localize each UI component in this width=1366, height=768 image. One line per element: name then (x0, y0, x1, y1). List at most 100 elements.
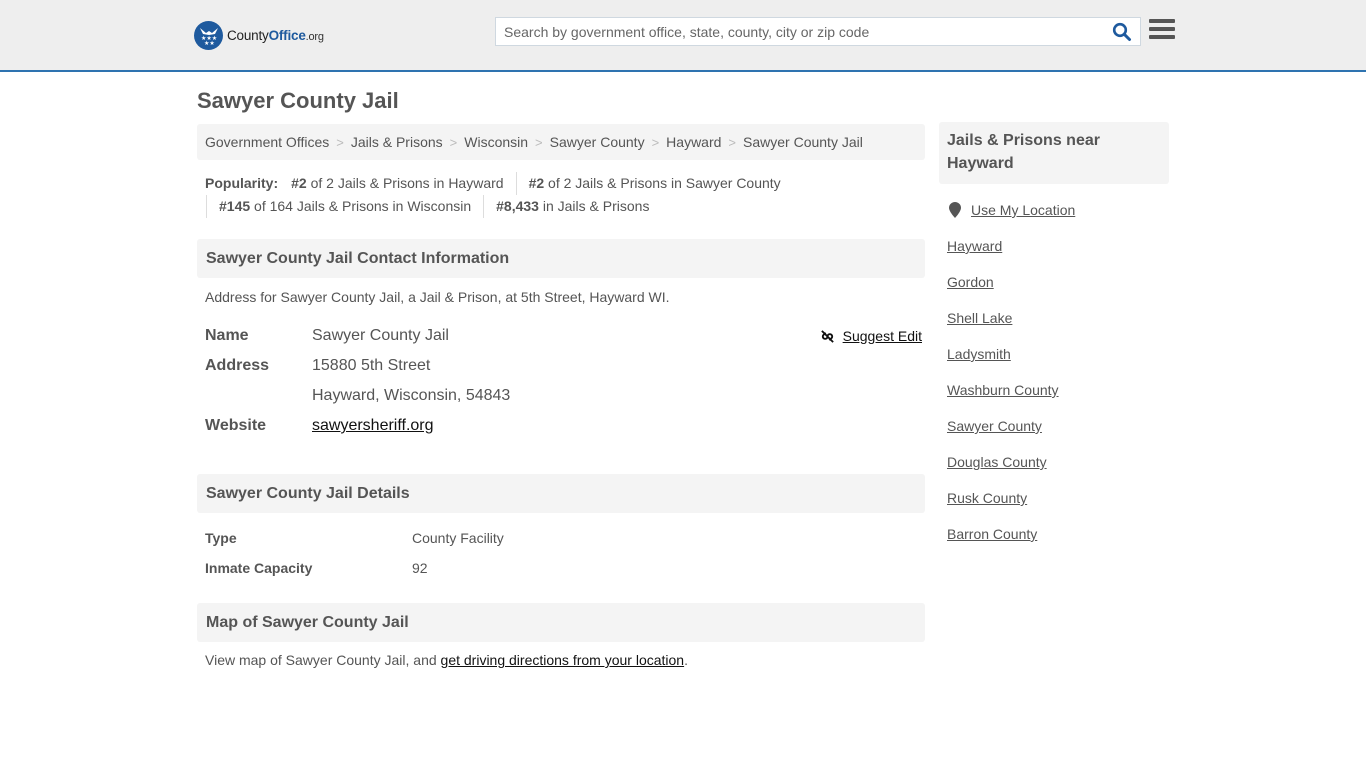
sidebar-link-barron-county[interactable]: Barron County (947, 526, 1037, 542)
contact-row-website: Website sawyersheriff.org (197, 411, 925, 441)
driving-directions-link[interactable]: get driving directions from your locatio… (441, 652, 685, 668)
details-label: Type (205, 530, 237, 546)
sidebar-item: Hayward (947, 228, 1169, 264)
details-row: Inmate Capacity 92 (197, 553, 925, 583)
popularity-item: #145 of 164 Jails & Prisons in Wisconsin (206, 195, 483, 218)
sidebar-link-gordon[interactable]: Gordon (947, 274, 994, 290)
rank-text: of 164 Jails & Prisons in Wisconsin (250, 198, 472, 214)
rank-text: of 2 Jails & Prisons in Sawyer County (544, 175, 781, 191)
logo-county: County (227, 27, 269, 43)
sidebar: Jails & Prisons near Hayward Use My Loca… (939, 122, 1169, 552)
details-value: 92 (412, 560, 428, 576)
details-heading: Sawyer County Jail Details (197, 474, 925, 513)
main-content: Government Offices > Jails & Prisons > W… (197, 124, 925, 668)
sidebar-link-douglas-county[interactable]: Douglas County (947, 454, 1047, 470)
rank: #2 (528, 175, 545, 191)
rank: #145 (219, 198, 251, 214)
address-line2: Hayward, Wisconsin, 54843 (312, 387, 511, 404)
contact-row-address: Address 15880 5th Street (197, 351, 925, 381)
breadcrumb-current: Sawyer County Jail (743, 134, 863, 150)
sidebar-link-shell-lake[interactable]: Shell Lake (947, 310, 1012, 326)
sidebar-item: Gordon (947, 264, 1169, 300)
suggest-edit-label: Suggest Edit (842, 328, 922, 344)
sidebar-link-washburn-county[interactable]: Washburn County (947, 382, 1059, 398)
top-header: ★★★ ★★ CountyOffice.org (0, 0, 1366, 72)
svg-text:★★: ★★ (204, 40, 215, 45)
breadcrumb: Government Offices > Jails & Prisons > W… (197, 124, 925, 160)
sidebar-list: Use My Location Hayward Gordon Shell Lak… (939, 198, 1169, 552)
sidebar-link-sawyer-county[interactable]: Sawyer County (947, 418, 1042, 434)
contact-row-name: Name Sawyer County Jail (197, 321, 925, 351)
popularity: Popularity: #2 of 2 Jails & Prisons in H… (197, 172, 925, 218)
details-row: Type County Facility (197, 523, 925, 553)
breadcrumb-separator-icon: > (651, 134, 660, 150)
website-label: Website (205, 417, 267, 434)
address-label: Address (205, 357, 270, 374)
breadcrumb-separator-icon: > (336, 134, 344, 150)
details-label: Inmate Capacity (205, 560, 313, 576)
sidebar-link-ladysmith[interactable]: Ladysmith (947, 346, 1011, 362)
logo-org: .org (305, 30, 324, 43)
search-input[interactable] (496, 18, 1106, 45)
search-icon (1112, 22, 1131, 41)
popularity-item: #2 of 2 Jails & Prisons in Hayward (278, 172, 515, 195)
location-pin-icon (949, 202, 961, 218)
site-logo[interactable]: ★★★ ★★ CountyOffice.org (194, 20, 324, 50)
logo-text: CountyOffice.org (227, 28, 324, 43)
contact-table: Suggest Edit Name Sawyer County Jail Add… (197, 321, 925, 441)
use-my-location[interactable]: Use My Location (947, 198, 1169, 222)
page-title: Sawyer County Jail (197, 88, 399, 113)
name-value: Sawyer County Jail (312, 327, 449, 344)
breadcrumb-separator-icon: > (535, 134, 543, 150)
sidebar-item: Washburn County (947, 372, 1169, 408)
rank: #2 (291, 175, 307, 191)
breadcrumb-separator-icon: > (728, 134, 737, 150)
menu-bar (1149, 35, 1175, 39)
sidebar-item: Douglas County (947, 444, 1169, 480)
address-line1: 15880 5th Street (312, 357, 431, 374)
name-label: Name (205, 327, 249, 344)
hamburger-menu-icon[interactable] (1149, 19, 1175, 43)
details-value: County Facility (412, 530, 504, 546)
sidebar-link-rusk-county[interactable]: Rusk County (947, 490, 1027, 506)
search-box (495, 17, 1141, 46)
logo-office: Office (268, 27, 306, 43)
sidebar-item: Ladysmith (947, 336, 1169, 372)
sidebar-item: Sawyer County (947, 408, 1169, 444)
address-note: Address for Sawyer County Jail, a Jail &… (205, 289, 670, 305)
breadcrumb-item[interactable]: Jails & Prisons (351, 134, 443, 150)
sidebar-heading: Jails & Prisons near Hayward (939, 122, 1169, 184)
popularity-row: #145 of 164 Jails & Prisons in Wisconsin… (205, 195, 925, 218)
contact-row-address2: Hayward, Wisconsin, 54843 (197, 381, 925, 411)
sidebar-link-hayward[interactable]: Hayward (947, 238, 1002, 254)
breadcrumb-item[interactable]: Government Offices (205, 134, 329, 150)
popularity-row: Popularity: #2 of 2 Jails & Prisons in H… (205, 172, 925, 195)
sidebar-item: Barron County (947, 516, 1169, 552)
rank-text: of 2 Jails & Prisons in Hayward (306, 175, 504, 191)
use-my-location-link[interactable]: Use My Location (971, 202, 1075, 218)
map-note: View map of Sawyer County Jail, and get … (197, 652, 925, 668)
suggest-edit-link[interactable]: Suggest Edit (820, 321, 922, 351)
website-link[interactable]: sawyersheriff.org (312, 417, 434, 434)
details-table: Type County Facility Inmate Capacity 92 (197, 523, 925, 583)
menu-bar (1149, 19, 1175, 23)
map-note-text: View map of Sawyer County Jail, and (205, 652, 441, 668)
popularity-item: #8,433 in Jails & Prisons (483, 195, 661, 218)
breadcrumb-item[interactable]: Wisconsin (464, 134, 528, 150)
rank: #8,433 (496, 198, 539, 214)
map-heading: Map of Sawyer County Jail (197, 603, 925, 642)
breadcrumb-separator-icon: > (449, 134, 458, 150)
popularity-label: Popularity: (205, 175, 279, 191)
popularity-item: #2 of 2 Jails & Prisons in Sawyer County (515, 172, 793, 195)
rank-text: in Jails & Prisons (538, 198, 650, 214)
sidebar-item: Rusk County (947, 480, 1169, 516)
sidebar-item: Shell Lake (947, 300, 1169, 336)
unlink-edit-icon (820, 329, 834, 343)
search-button[interactable] (1112, 22, 1134, 42)
breadcrumb-item[interactable]: Sawyer County (550, 134, 645, 150)
eagle-stars-badge-icon: ★★★ ★★ (194, 20, 223, 50)
contact-heading: Sawyer County Jail Contact Information (197, 239, 925, 278)
map-note-suffix: . (684, 652, 688, 668)
breadcrumb-item[interactable]: Hayward (666, 134, 721, 150)
menu-bar (1149, 27, 1175, 31)
